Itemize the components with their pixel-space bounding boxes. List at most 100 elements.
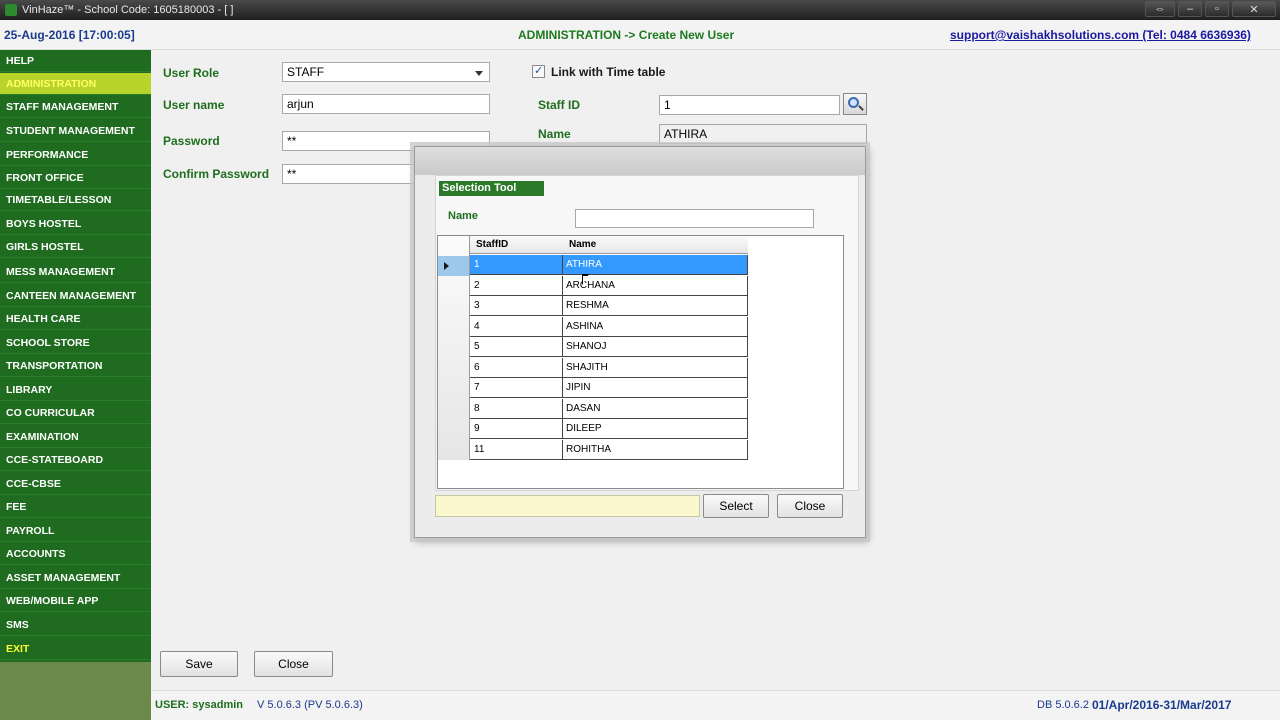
dialog-close-button[interactable]: Close: [777, 494, 843, 518]
grid-row-selector-2[interactable]: [438, 276, 469, 296]
table-row[interactable]: 11 ROHITHA: [470, 440, 748, 460]
sidebar-item-asset-management[interactable]: ASSET MANAGEMENT: [0, 567, 151, 589]
close-icon: ✕: [1249, 3, 1259, 16]
grid-row-selector-10[interactable]: [438, 440, 469, 460]
table-row[interactable]: 3 RESHMA: [470, 296, 748, 316]
sidebar-item-examination[interactable]: EXAMINATION: [0, 426, 151, 448]
current-datetime: 25-Aug-2016 [17:00:05]: [4, 28, 135, 42]
sidebar-item-fee[interactable]: FEE: [0, 496, 151, 518]
dialog-name-search-input[interactable]: [575, 209, 814, 228]
sidebar-item-canteen-management[interactable]: CANTEEN MANAGEMENT: [0, 285, 151, 307]
table-row[interactable]: 4 ASHINA: [470, 317, 748, 337]
sidebar-item-school-store[interactable]: SCHOOL STORE: [0, 332, 151, 354]
sidebar-item-co-curricular[interactable]: CO CURRICULAR: [0, 402, 151, 424]
sidebar-item-timetable-lesson[interactable]: TIMETABLE/LESSON: [0, 189, 151, 211]
sidebar-item-web-mobile-app[interactable]: WEB/MOBILE APP: [0, 590, 151, 612]
window-controls: ⇔ – ▫ ✕: [1145, 1, 1276, 17]
column-header-staffid[interactable]: StaffID: [476, 236, 508, 254]
table-row[interactable]: 7 JIPIN: [470, 378, 748, 398]
minimize-button[interactable]: –: [1178, 1, 1202, 17]
user-role-label: User Role: [163, 66, 220, 80]
sidebar-item-performance[interactable]: PERFORMANCE: [0, 144, 151, 166]
table-row[interactable]: 5 SHANOJ: [470, 337, 748, 357]
sidebar-item-exit[interactable]: EXIT: [0, 638, 151, 660]
sidebar-item-student-management[interactable]: STUDENT MANAGEMENT: [0, 120, 151, 142]
cell-name: ARCHANA: [563, 276, 748, 296]
cell-staffid: 7: [470, 378, 563, 398]
sidebar-item-payroll[interactable]: PAYROLL: [0, 520, 151, 542]
grid-row-selector-7[interactable]: [438, 378, 469, 398]
support-link[interactable]: support@vaishakhsolutions.com (Tel: 0484…: [950, 28, 1251, 42]
cell-staffid: 11: [470, 440, 563, 460]
name-label: Name: [538, 127, 571, 141]
db-version: DB 5.0.6.2: [1037, 699, 1089, 711]
cell-name: ASHINA: [563, 317, 748, 337]
cell-staffid: 3: [470, 296, 563, 316]
user-name-input[interactable]: arjun: [282, 94, 490, 114]
staff-grid: StaffID Name 1 ATHIRA 2 ARCHANA 3 RESHMA…: [437, 235, 844, 489]
column-header-name[interactable]: Name: [569, 236, 596, 254]
sidebar-item-cce-stateboard[interactable]: CCE-STATEBOARD: [0, 449, 151, 471]
staff-search-button[interactable]: [843, 93, 867, 115]
grid-row-selector-3[interactable]: [438, 296, 469, 316]
grid-row-selector-5[interactable]: [438, 337, 469, 357]
sidebar-item-mess-management[interactable]: MESS MANAGEMENT: [0, 261, 151, 283]
staff-id-input[interactable]: 1: [659, 95, 840, 115]
grid-row-header-column: [438, 236, 470, 460]
sidebar-item-transportation[interactable]: TRANSPORTATION: [0, 355, 151, 377]
cell-staffid: 5: [470, 337, 563, 357]
close-button[interactable]: Close: [254, 651, 333, 677]
sidebar-item-administration[interactable]: ADMINISTRATION: [0, 73, 151, 95]
sidebar-item-sms[interactable]: SMS: [0, 614, 151, 636]
grid-row-selector-6[interactable]: [438, 358, 469, 378]
staff-id-label: Staff ID: [538, 98, 580, 112]
grid-row-selector-8[interactable]: [438, 399, 469, 419]
status-bar: USER: sysadmin V 5.0.6.3 (PV 5.0.6.3) DB…: [151, 690, 1280, 720]
window-title: VinHaze™ - School Code: 1605180003 - [ ]: [22, 4, 234, 16]
table-row[interactable]: 6 SHAJITH: [470, 358, 748, 378]
cell-name: ROHITHA: [563, 440, 748, 460]
table-row[interactable]: 9 DILEEP: [470, 419, 748, 439]
user-role-value: STAFF: [287, 65, 325, 79]
resize-button[interactable]: ⇔: [1145, 1, 1175, 17]
resize-icon: ⇔: [1154, 3, 1166, 15]
sidebar-item-accounts[interactable]: ACCOUNTS: [0, 543, 151, 565]
cell-staffid: 9: [470, 419, 563, 439]
fiscal-year: 01/Apr/2016-31/Mar/2017: [1092, 698, 1232, 712]
cell-name: SHAJITH: [563, 358, 748, 378]
sidebar-item-cce-cbse[interactable]: CCE-CBSE: [0, 473, 151, 495]
sidebar-menu: HELP ADMINISTRATION STAFF MANAGEMENT STU…: [0, 50, 151, 662]
grid-row-selector-9[interactable]: [438, 419, 469, 439]
cell-name: SHANOJ: [563, 337, 748, 357]
sidebar-item-girls-hostel[interactable]: GIRLS HOSTEL: [0, 236, 151, 258]
cell-name: DILEEP: [563, 419, 748, 439]
maximize-button[interactable]: ▫: [1205, 1, 1229, 17]
app-icon: [5, 4, 17, 16]
cell-name: DASAN: [563, 399, 748, 419]
select-button[interactable]: Select: [703, 494, 769, 518]
dialog-name-label: Name: [448, 210, 478, 222]
sidebar-item-staff-management[interactable]: STAFF MANAGEMENT: [0, 96, 151, 118]
grid-row-selector-4[interactable]: [438, 317, 469, 337]
user-name-label: User name: [163, 98, 225, 112]
grid-row-selector-1[interactable]: [438, 256, 469, 276]
save-button[interactable]: Save: [160, 651, 238, 677]
user-role-select[interactable]: STAFF: [282, 62, 490, 82]
sidebar-item-health-care[interactable]: HEALTH CARE: [0, 308, 151, 330]
sidebar-item-front-office[interactable]: FRONT OFFICE: [0, 167, 151, 189]
table-row[interactable]: 2 ARCHANA: [470, 276, 748, 296]
cell-name: ATHIRA: [563, 255, 748, 275]
sidebar-item-boys-hostel[interactable]: BOYS HOSTEL: [0, 213, 151, 235]
dialog-group-title: Selection Tool: [439, 181, 545, 196]
version-info: V 5.0.6.3 (PV 5.0.6.3): [257, 699, 363, 711]
sidebar-item-library[interactable]: LIBRARY: [0, 379, 151, 401]
link-timetable-checkbox[interactable]: [532, 64, 545, 78]
selection-tool-dialog: Selection Tool Name StaffID Name 1 ATHIR…: [414, 146, 866, 538]
window-close-button[interactable]: ✕: [1232, 1, 1276, 17]
table-row[interactable]: 1 ATHIRA: [470, 255, 748, 275]
sidebar-item-help[interactable]: HELP: [0, 50, 151, 72]
maximize-icon: ▫: [1215, 3, 1219, 15]
sidebar-footer: [0, 662, 151, 690]
dialog-caption[interactable]: [415, 147, 865, 175]
table-row[interactable]: 8 DASAN: [470, 399, 748, 419]
